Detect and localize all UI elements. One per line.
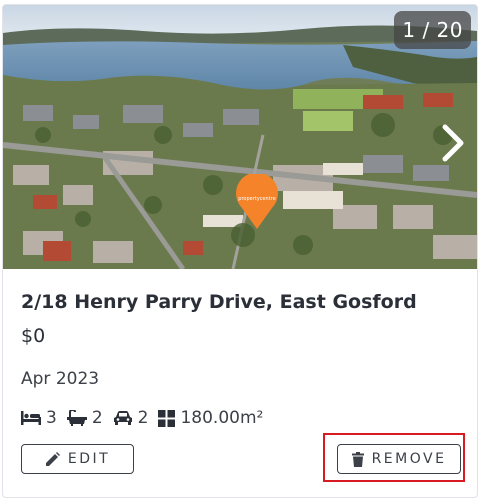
feature-list: 3 2 2 180.00m² xyxy=(21,407,263,429)
bedrooms-feature: 3 xyxy=(21,408,57,428)
car-icon xyxy=(113,411,132,425)
bath-icon xyxy=(66,410,87,426)
bedrooms-count: 3 xyxy=(46,408,57,428)
remove-button-highlight xyxy=(323,433,465,482)
parking-feature: 2 xyxy=(113,408,149,428)
area-value: 180.00m² xyxy=(180,408,264,428)
area-feature: 180.00m² xyxy=(158,408,263,428)
listing-date: Apr 2023 xyxy=(21,369,100,389)
listing-address: 2/18 Henry Parry Drive, East Gosford xyxy=(21,291,417,313)
bed-icon xyxy=(21,411,41,425)
chevron-right-icon xyxy=(442,124,464,162)
floor-area-icon xyxy=(158,409,176,427)
next-photo-button[interactable] xyxy=(439,123,467,163)
listing-photo[interactable]: 1 / 20 propertycentre xyxy=(3,5,477,269)
parking-count: 2 xyxy=(137,408,149,428)
marker-label: propertycentre xyxy=(238,196,275,202)
listing-card[interactable]: 1 / 20 propertycentre 2/18 Henry Parry D… xyxy=(2,4,478,498)
pencil-icon xyxy=(45,451,60,466)
bathrooms-count: 2 xyxy=(91,408,103,428)
location-pin-icon: propertycentre xyxy=(236,174,278,229)
photo-counter: 1 / 20 xyxy=(394,11,471,49)
listing-price: $0 xyxy=(21,325,46,347)
edit-button-label: EDIT xyxy=(67,451,111,467)
edit-button[interactable]: EDIT xyxy=(21,444,134,474)
bathrooms-feature: 2 xyxy=(66,408,103,428)
